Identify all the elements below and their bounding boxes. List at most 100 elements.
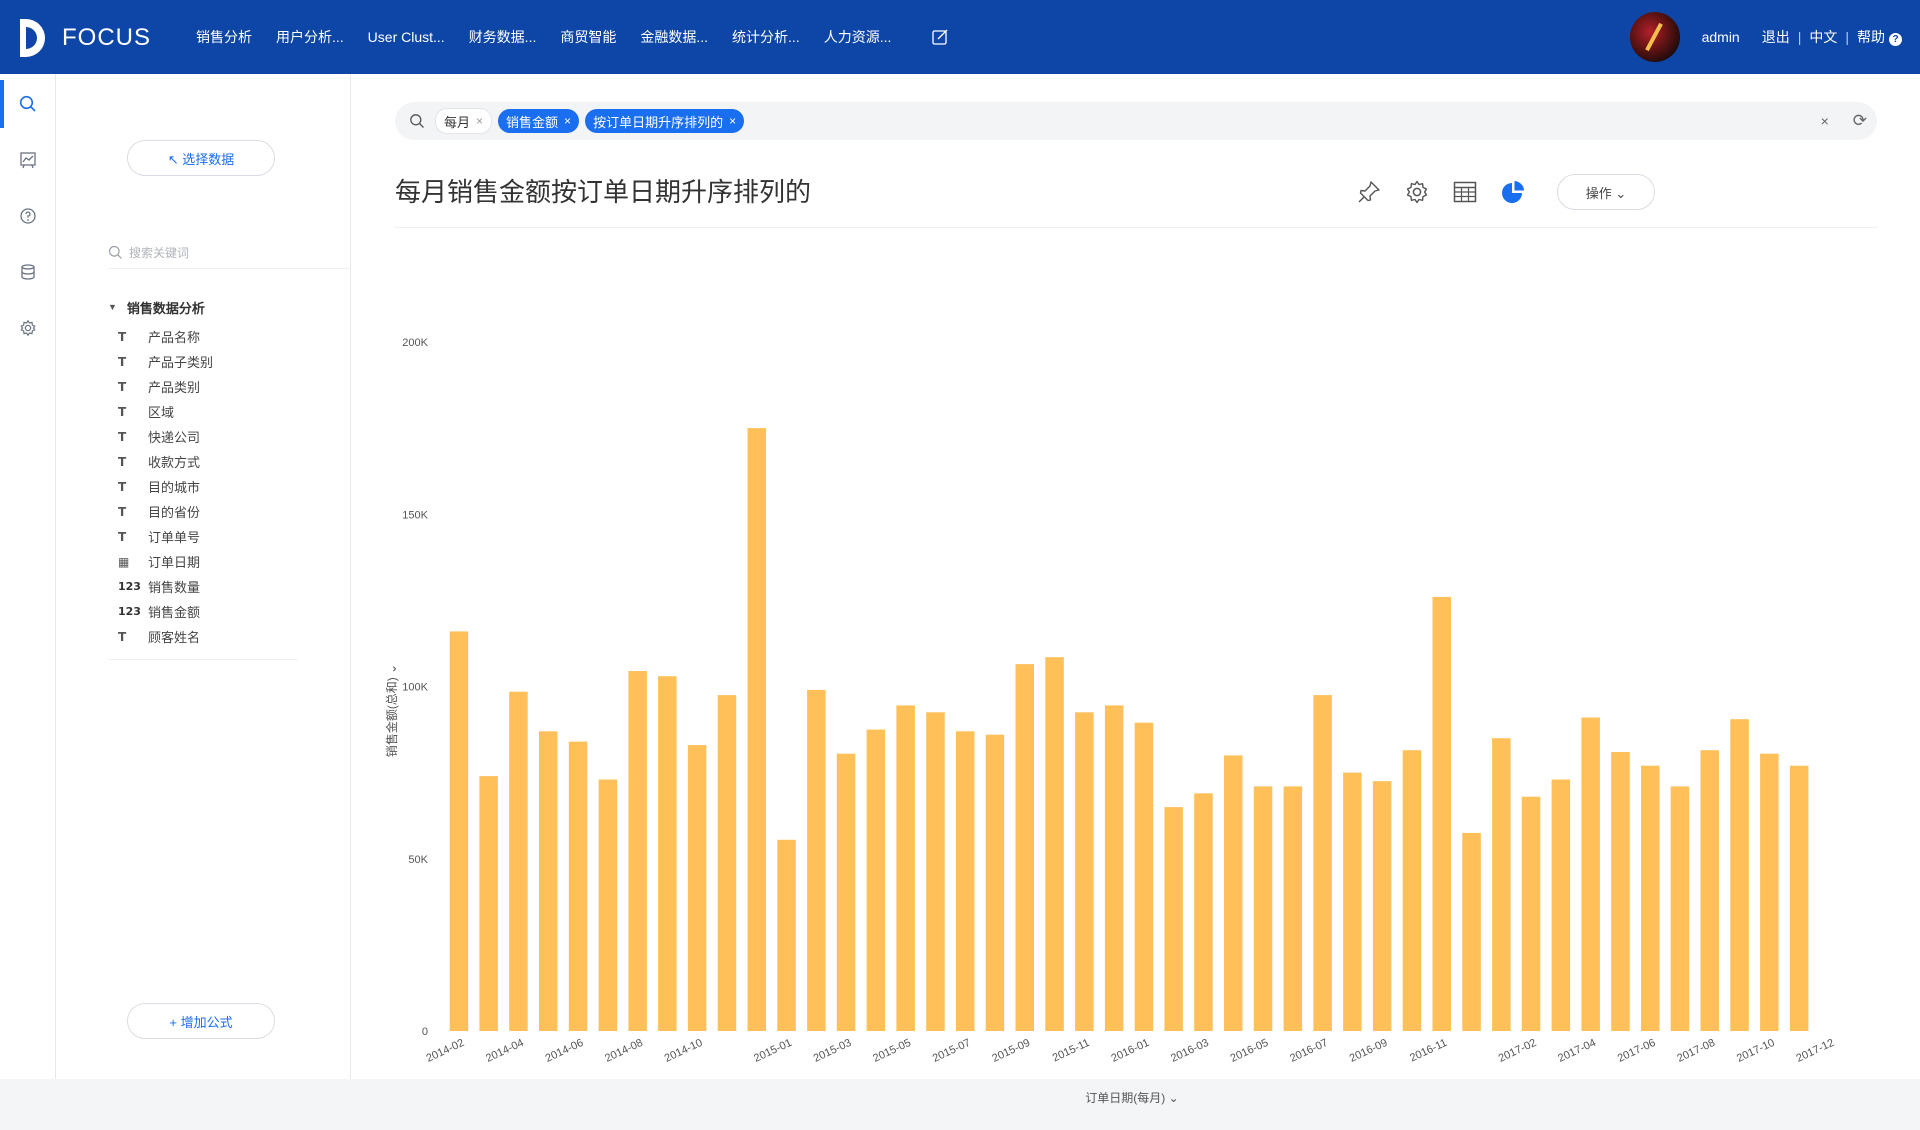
query-token[interactable]: 销售金额 × [498, 109, 580, 133]
nav-item[interactable]: 商贸智能 [560, 27, 616, 47]
chart-bar[interactable] [1075, 712, 1094, 1031]
chart-bar[interactable] [598, 779, 618, 1032]
chart-bar[interactable] [1641, 765, 1660, 1031]
chart-bar[interactable] [926, 712, 945, 1031]
chart-bar[interactable] [1789, 765, 1809, 1031]
nav-item[interactable]: 财务数据... [469, 27, 537, 47]
chart-bar[interactable] [747, 428, 767, 1032]
chart-bar[interactable] [777, 839, 796, 1031]
operate-dropdown[interactable]: 操作 ⌄ [1557, 174, 1655, 210]
x-axis-label[interactable]: 订单日期(每月) ⌄ [1085, 1090, 1178, 1105]
chart-bar[interactable] [985, 734, 1005, 1031]
avatar[interactable] [1629, 12, 1680, 62]
chart-bar[interactable] [1760, 753, 1779, 1031]
field-item[interactable]: T 区域 [108, 399, 348, 424]
chart-bar[interactable] [539, 731, 558, 1031]
sidebar-settings[interactable] [0, 300, 55, 356]
logout-link[interactable]: 退出 [1762, 27, 1790, 47]
chart-bar[interactable] [836, 753, 856, 1031]
field-item[interactable]: T 产品子类别 [108, 349, 348, 374]
field-item[interactable]: 123 销售金额 [108, 599, 348, 624]
chart-bar[interactable] [866, 729, 886, 1031]
chart-bar[interactable] [1551, 779, 1571, 1032]
chart-bar[interactable] [1492, 738, 1511, 1031]
sidebar-board[interactable] [0, 132, 55, 188]
sidebar-search[interactable] [0, 76, 55, 132]
pie-chart-icon[interactable] [1500, 179, 1526, 205]
field-item[interactable]: ▦ 订单日期 [108, 549, 348, 574]
chart-bar[interactable] [1670, 786, 1690, 1031]
add-formula-button[interactable]: + 增加公式 [127, 1003, 275, 1039]
field-item[interactable]: T 订单单号 [108, 524, 348, 549]
chart-bar[interactable] [1521, 796, 1541, 1031]
chart-bar[interactable] [1134, 722, 1154, 1031]
sidebar-data[interactable] [0, 244, 55, 300]
chart-bar[interactable] [807, 689, 826, 1031]
chart-bar[interactable] [628, 671, 647, 1031]
chart-bar[interactable] [717, 695, 737, 1031]
chart-bar[interactable] [1700, 750, 1720, 1031]
clear-query-icon[interactable]: × [1821, 113, 1829, 129]
remove-token-icon[interactable]: × [729, 114, 736, 128]
nav-item[interactable]: User Clust... [368, 29, 445, 45]
field-item[interactable]: T 目的省份 [108, 499, 348, 524]
chart-bar[interactable] [687, 745, 707, 1031]
chart-bar[interactable] [568, 741, 588, 1031]
chart-bar[interactable] [509, 691, 528, 1031]
field-item[interactable]: T 产品名称 [108, 324, 348, 349]
nav-item[interactable]: 人力资源... [824, 27, 892, 47]
chart-bar[interactable] [1283, 786, 1303, 1031]
nav-item[interactable]: 金融数据... [640, 27, 708, 47]
field-item[interactable]: T 收款方式 [108, 449, 348, 474]
chart-bar[interactable] [1194, 793, 1213, 1031]
field-item[interactable]: T 产品类别 [108, 374, 348, 399]
chart-bar[interactable] [1343, 772, 1362, 1031]
query-token[interactable]: 按订单日期升序排列的 × [585, 109, 745, 133]
select-data-button[interactable]: ↖ 选择数据 [127, 140, 275, 176]
remove-token-icon[interactable]: × [564, 114, 571, 128]
chart-bar[interactable] [1313, 695, 1332, 1031]
chart-bar[interactable] [1253, 786, 1273, 1031]
chart-bar[interactable] [479, 776, 498, 1031]
chart-bar[interactable] [896, 705, 915, 1031]
chart-bar[interactable] [1611, 752, 1630, 1031]
chart-bar[interactable] [956, 731, 975, 1031]
chart-bar[interactable] [1462, 832, 1481, 1031]
app-logo[interactable]: FOCUS [20, 18, 151, 58]
chart-bar[interactable] [1104, 705, 1124, 1031]
nav-item[interactable]: 统计分析... [732, 27, 800, 47]
chart-bar[interactable] [658, 676, 677, 1031]
chart-bar[interactable] [1730, 719, 1749, 1031]
chart-bar[interactable] [1224, 755, 1243, 1031]
settings-icon[interactable] [1404, 179, 1430, 205]
chart-bar[interactable] [1045, 657, 1064, 1031]
username[interactable]: admin [1702, 29, 1740, 45]
sidebar-help[interactable] [0, 188, 55, 244]
query-token[interactable]: 每月 × [435, 108, 493, 134]
chart-bar[interactable] [1015, 664, 1035, 1031]
chart-bar[interactable] [1432, 596, 1452, 1031]
x-tick-label: 2014-08 [603, 1037, 645, 1065]
language-switch[interactable]: 中文 [1809, 27, 1837, 47]
field-item[interactable]: T 目的城市 [108, 474, 348, 499]
table-view-icon[interactable] [1452, 179, 1478, 205]
chart-bar[interactable] [449, 631, 469, 1031]
field-item[interactable]: 123 销售数量 [108, 574, 348, 599]
field-search-input[interactable]: 搜索关键词 [108, 236, 378, 269]
refresh-icon[interactable]: ⟳ [1853, 111, 1867, 131]
y-tick-label: 150K [402, 509, 428, 521]
nav-item[interactable]: 用户分析... [276, 27, 344, 47]
dataset-group[interactable]: ▼ 销售数据分析 [108, 296, 348, 318]
remove-token-icon[interactable]: × [476, 114, 483, 128]
field-item[interactable]: T 快递公司 [108, 424, 348, 449]
edit-nav-icon[interactable] [931, 28, 949, 46]
pin-icon[interactable] [1356, 179, 1382, 205]
chart-bar[interactable] [1372, 781, 1392, 1031]
chart-bar[interactable] [1402, 750, 1422, 1031]
nav-item[interactable]: 销售分析 [196, 27, 252, 47]
chart-bar[interactable] [1581, 717, 1600, 1032]
field-item[interactable]: T 顾客姓名 [108, 624, 348, 649]
chart-bar[interactable] [1164, 807, 1183, 1031]
search-query-bar[interactable]: 每月 × 销售金额 × 按订单日期升序排列的 × × ⟳ [395, 102, 1877, 140]
help-link[interactable]: 帮助? [1857, 27, 1902, 47]
